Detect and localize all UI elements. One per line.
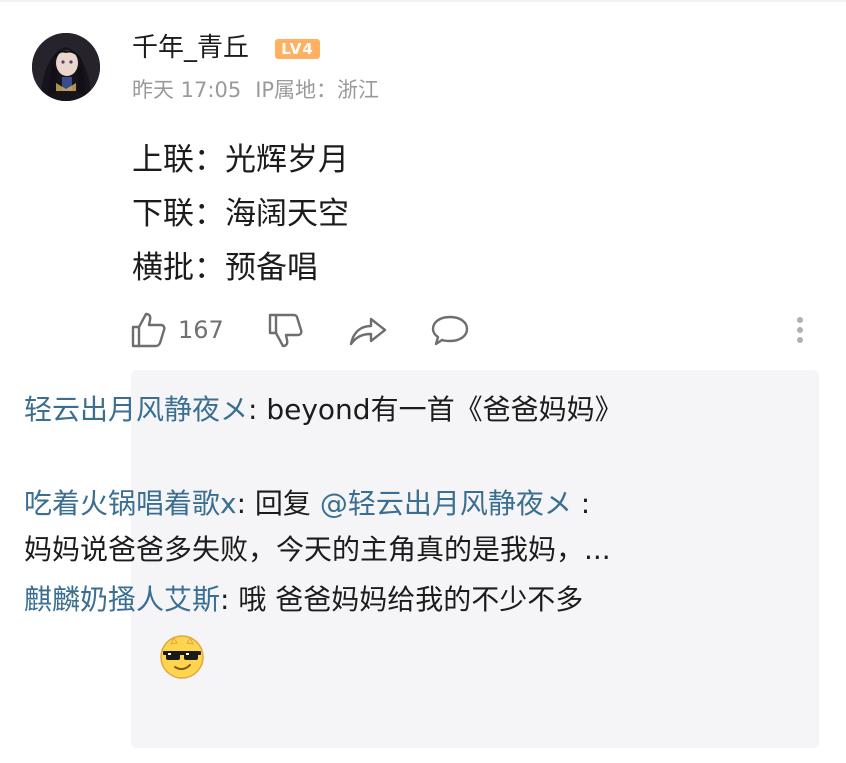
content-line-1: 上联：光辉岁月 <box>132 142 349 178</box>
content-line-3: 横批：预备唱 <box>132 250 318 286</box>
dislike-button[interactable] <box>267 308 305 352</box>
reply-item[interactable]: 吃着火锅唱着歌x: 回复 @轻云出月风静夜メ : 妈妈说爸爸多失败，今天的主角真… <box>24 481 664 573</box>
reply-prefix: 回复 <box>254 487 320 520</box>
thumbs-up-icon <box>131 312 166 348</box>
level-badge: LV4 <box>275 39 320 59</box>
action-bar: 167 <box>130 308 820 352</box>
share-button[interactable] <box>348 308 388 352</box>
more-options-button[interactable] <box>792 308 808 352</box>
cool-sunglasses-emoji <box>160 635 204 679</box>
post-time: 昨天 17:05 <box>132 78 242 102</box>
comment-bubble-icon <box>431 315 469 346</box>
reply-separator: : <box>220 583 239 616</box>
post-content: 上联：光辉岁月 下联：海阔天空 横批：预备唱 <box>132 133 349 295</box>
reply-author[interactable]: 吃着火锅唱着歌x <box>24 487 237 520</box>
content-line-2: 下联：海阔天空 <box>132 196 349 232</box>
avatar-image <box>32 33 100 101</box>
more-vertical-icon <box>797 317 803 343</box>
reply-author[interactable]: 轻云出月风静夜メ <box>24 393 248 426</box>
reply-author[interactable]: 麒麟奶搔人艾斯 <box>24 583 220 616</box>
reply-separator: : <box>248 393 267 426</box>
reply-mention[interactable]: @轻云出月风静夜メ <box>320 487 572 520</box>
reply-text: 哦 爸爸妈妈给我的不少不多 <box>238 583 584 616</box>
like-count: 167 <box>178 316 224 344</box>
post-meta: 昨天 17:05 IP属地：浙江 <box>132 75 379 105</box>
reply-item[interactable]: 麒麟奶搔人艾斯: 哦 爸爸妈妈给我的不少不多 <box>24 577 664 623</box>
reply-text: 妈妈说爸爸多失败，今天的主角真的是我妈，... <box>24 533 611 566</box>
reply-item[interactable]: 轻云出月风静夜メ: beyond有一首《爸爸妈妈》 <box>24 387 664 433</box>
ip-location: IP属地：浙江 <box>255 78 380 102</box>
reply-separator: : <box>236 487 255 520</box>
top-divider <box>0 0 846 2</box>
share-arrow-icon <box>349 317 387 346</box>
reply-text: beyond有一首《爸爸妈妈》 <box>266 393 623 426</box>
username[interactable]: 千年_青丘 <box>132 30 249 66</box>
mention-suffix: : <box>571 487 591 520</box>
avatar[interactable] <box>32 33 100 101</box>
thumbs-down-icon <box>268 313 303 348</box>
comment-button[interactable] <box>430 308 470 352</box>
like-button[interactable]: 167 <box>130 308 224 352</box>
